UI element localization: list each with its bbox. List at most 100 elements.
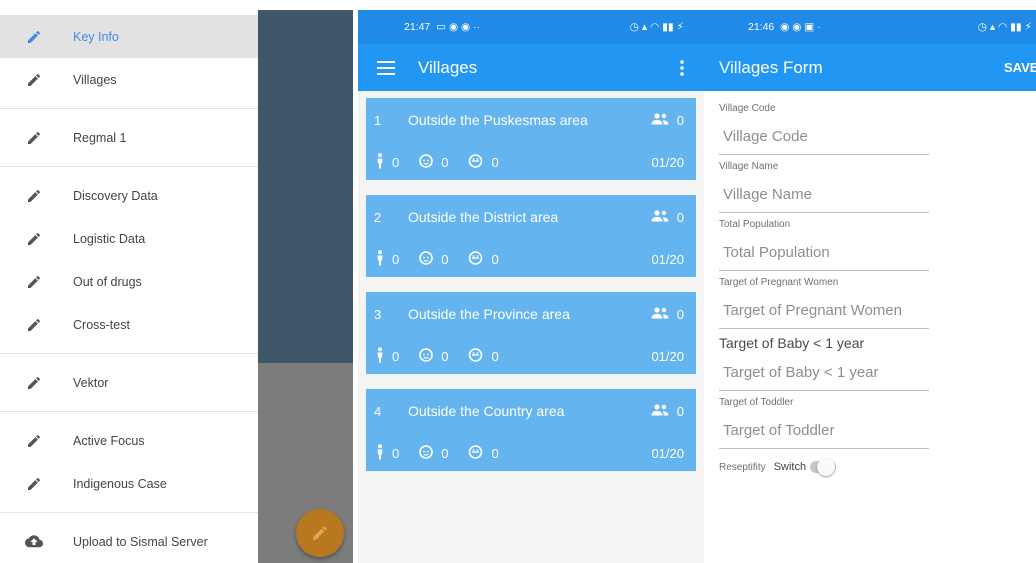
field-label: Village Name: [719, 161, 779, 172]
village-card[interactable]: 3 Outside the Province area 0 0 0 0 01/20: [366, 292, 696, 374]
pregnant-count: 0: [376, 250, 399, 269]
village-card[interactable]: 2 Outside the District area 0 0 0 0 01/20: [366, 195, 696, 277]
drawer-item-label: Villages: [73, 72, 117, 87]
save-button[interactable]: SAVE: [1004, 60, 1036, 75]
member-count-value: 0: [676, 403, 684, 419]
drawer-item-out-of-drugs[interactable]: Out of drugs: [0, 260, 258, 303]
village-card[interactable]: 4 Outside the Country area 0 0 0 0 01/20: [366, 389, 696, 471]
edit-fab-button[interactable]: [296, 509, 344, 557]
field-label: Target of Pregnant Women: [719, 277, 839, 288]
toddler-count: 0: [468, 445, 499, 462]
hamburger-menu-button[interactable]: [364, 60, 408, 75]
pencil-icon: [24, 70, 44, 90]
status-left: 21:47 ▭ ◉ ◉ ··: [404, 21, 480, 33]
member-count: 0: [651, 404, 684, 419]
drawer-item-regmal-1[interactable]: Regmal 1: [0, 116, 258, 159]
pregnant-count-value: 0: [392, 155, 400, 170]
drawer-item-key-info[interactable]: Key Info: [0, 15, 258, 58]
village-name-input[interactable]: [719, 177, 929, 213]
villages-list-screen: 21:47 ▭ ◉ ◉ ·· ◷ ▴ ◠ ▮▮ ⚡ Villages 1 Outs…: [358, 10, 704, 563]
status-bar: 21:47 ▭ ◉ ◉ ·· ◷ ▴ ◠ ▮▮ ⚡: [358, 10, 704, 44]
member-count-value: 0: [676, 306, 684, 322]
pencil-icon: [24, 128, 44, 148]
person-icon: [376, 347, 384, 366]
village-number: 4: [374, 403, 382, 419]
form-fields: Village Code Village Name Total Population…: [719, 103, 1036, 449]
baby-icon: [419, 348, 434, 365]
village-date: 01/20: [651, 446, 684, 461]
drawer-divider: [0, 166, 258, 167]
field-label: Village Code: [719, 103, 776, 114]
receptivity-row: Reseptifity Switch: [719, 458, 1036, 476]
switch-label: Switch: [773, 461, 807, 473]
drawer-item-villages[interactable]: Villages: [0, 58, 258, 101]
cloud-upload-icon: [24, 532, 44, 552]
app-bar: Villages Form SAVE: [704, 44, 1036, 91]
page-title: Villages Form: [719, 57, 823, 77]
drawer-item-label: Key Info: [73, 29, 119, 44]
app-bar: Villages: [358, 44, 704, 91]
person-icon: [376, 250, 384, 269]
drawer-item-vektor[interactable]: Vektor: [0, 361, 258, 404]
villages-form: Village Code Village Name Total Population…: [704, 91, 1036, 476]
person-icon: [376, 153, 384, 172]
target-of-baby-1-year-input[interactable]: [719, 355, 929, 391]
pencil-icon: [24, 229, 44, 249]
field-target-of-baby-1-year: Target of Baby < 1 year: [719, 335, 1036, 391]
target-of-toddler-input[interactable]: [719, 413, 929, 449]
toddler-count-value: 0: [491, 155, 499, 170]
drawer-scrim[interactable]: [258, 10, 353, 363]
baby-icon: [419, 445, 434, 462]
status-notification-icons: ▭ ◉ ◉ ··: [436, 21, 481, 33]
field-village-code: Village Code: [719, 103, 1036, 155]
field-label: Target of Toddler: [719, 397, 794, 408]
baby-count: 0: [419, 251, 448, 268]
card-stats: 0 0 0 01/20: [376, 347, 684, 366]
toddler-count: 0: [468, 348, 499, 365]
drawer-item-upload-to-sismal-server[interactable]: Upload to Sismal Server: [0, 520, 258, 563]
drawer-item-discovery-data[interactable]: Discovery Data: [0, 174, 258, 217]
village-name: Outside the Puskesmas area: [408, 112, 588, 128]
total-population-input[interactable]: [719, 235, 929, 271]
village-number: 3: [374, 306, 382, 322]
status-time: 21:46: [748, 21, 775, 33]
status-time: 21:47: [404, 21, 431, 33]
drawer-divider: [0, 108, 258, 109]
village-card[interactable]: 1 Outside the Puskesmas area 0 0 0 0 01/20: [366, 98, 696, 180]
pregnant-count-value: 0: [392, 446, 400, 461]
drawer-item-label: Regmal 1: [73, 130, 127, 145]
group-icon: [651, 209, 669, 225]
village-code-input[interactable]: [719, 119, 929, 155]
target-of-pregnant-women-input[interactable]: [719, 293, 929, 329]
group-icon: [651, 306, 669, 322]
drawer-item-label: Out of drugs: [73, 274, 142, 289]
receptivity-switch[interactable]: [810, 458, 837, 476]
baby-count: 0: [419, 154, 448, 171]
group-icon: [651, 112, 669, 128]
baby-count: 0: [419, 348, 448, 365]
toddler-icon: [468, 445, 483, 462]
drawer-item-logistic-data[interactable]: Logistic Data: [0, 217, 258, 260]
village-date: 01/20: [651, 155, 684, 170]
drawer-divider: [0, 411, 258, 412]
overflow-menu-button[interactable]: [668, 59, 696, 76]
pencil-icon: [24, 315, 44, 335]
pregnant-count-value: 0: [392, 252, 400, 267]
drawer-divider: [0, 512, 258, 513]
village-name: Outside the District area: [408, 209, 559, 225]
pregnant-count: 0: [376, 153, 399, 172]
field-target-of-toddler: Target of Toddler: [719, 397, 1036, 449]
switch-knob: [817, 458, 836, 476]
page-title: Villages: [418, 57, 478, 77]
status-bar: 21:46 ◉ ◉ ▣ · ◷ ▴ ◠ ▮▮ ⚡: [704, 10, 1036, 44]
pregnant-count: 0: [376, 347, 399, 366]
drawer-item-label: Indigenous Case: [73, 476, 167, 491]
status-left: 21:46 ◉ ◉ ▣ ·: [748, 21, 821, 33]
drawer-item-indigenous-case[interactable]: Indigenous Case: [0, 462, 258, 505]
drawer-item-label: Active Focus: [73, 433, 145, 448]
pencil-icon: [24, 431, 44, 451]
drawer-item-cross-test[interactable]: Cross-test: [0, 303, 258, 346]
member-count-value: 0: [676, 209, 684, 225]
drawer-item-active-focus[interactable]: Active Focus: [0, 419, 258, 462]
villages-form-screen: 21:46 ◉ ◉ ▣ · ◷ ▴ ◠ ▮▮ ⚡ Villages Form S…: [704, 10, 1036, 563]
